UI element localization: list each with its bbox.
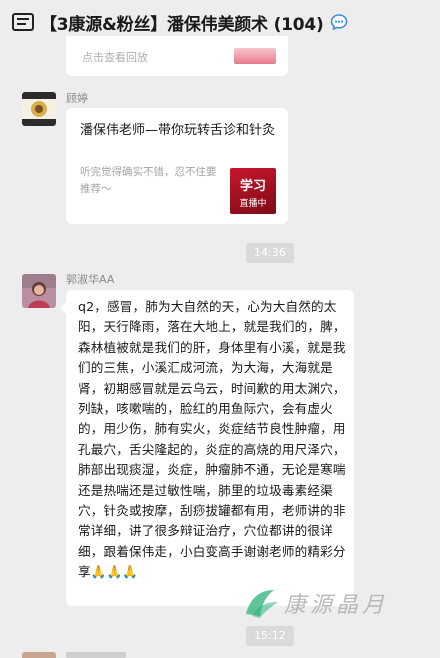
watermark: 康源晶月 (240, 586, 388, 620)
card-title: 潘保伟老师—带你玩转舌诊和针灸 (80, 123, 276, 138)
card-thumbnail (234, 48, 276, 64)
sender-name: 顾婷 (66, 92, 88, 105)
avatar[interactable] (22, 652, 56, 658)
chat-title[interactable]: 【3康源&粉丝】潘保伟美颜术 (104) (40, 10, 324, 35)
thumb-sublabel: 直播中 (239, 199, 267, 209)
card-description: 听完觉得确实不错，忍不住要推荐～ (80, 166, 217, 195)
shared-card-partial[interactable]: 点击查看回放 (66, 36, 288, 76)
sender-name (66, 652, 126, 658)
message-bubble[interactable]: q2，感冒，肺为大自然的天，心为大自然的太阳，天行降雨，落在大地上，就是我们的，… (60, 290, 354, 606)
timestamp: 14:36 (246, 243, 294, 263)
message-text: q2，感冒，肺为大自然的天，心为大自然的太阳，天行降雨，落在大地上，就是我们的，… (78, 299, 346, 580)
thumb-label: 学习 (239, 179, 266, 194)
card-thumbnail: 学习 直播中 (230, 168, 276, 214)
sender-name: 郭淑华AA (66, 273, 115, 286)
shared-link-card[interactable]: 潘保伟老师—带你玩转舌诊和针灸 听完觉得确实不错，忍不住要推荐～ 学习 直播中 (66, 108, 288, 224)
avatar[interactable] (22, 92, 56, 126)
chat-list-icon (12, 13, 34, 31)
watermark-text: 康源晶月 (284, 593, 389, 618)
group-bubble-icon[interactable] (330, 13, 348, 31)
card-hint: 点击查看回放 (82, 51, 148, 64)
watermark-logo-icon (246, 590, 278, 618)
avatar[interactable] (22, 274, 56, 308)
timestamp: 15:12 (246, 626, 294, 646)
